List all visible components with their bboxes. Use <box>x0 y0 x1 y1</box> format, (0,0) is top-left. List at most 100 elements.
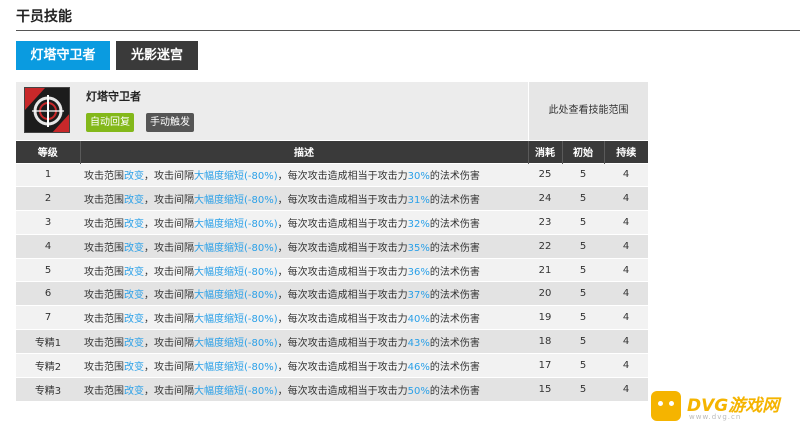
header-description: 描述 <box>80 141 529 163</box>
desc-text: ，攻击间隔 <box>144 337 194 349</box>
desc-highlight: 大幅度缩短(-80%) <box>194 290 278 302</box>
initial-cell: 5 <box>562 352 604 378</box>
duration-cell: 4 <box>604 305 648 330</box>
initial-cell: 5 <box>562 329 604 354</box>
desc-text: ，攻击间隔 <box>144 218 194 230</box>
duration-cell: 4 <box>604 186 648 211</box>
desc-text: ，每次攻击造成相当于攻击力 <box>277 314 408 326</box>
cost-cell: 21 <box>528 257 562 282</box>
lighthouse-skill-icon <box>24 87 70 133</box>
table-row: 专精1 攻击范围改变，攻击间隔大幅度缩短(-80%)，每次攻击造成相当于攻击力43… <box>16 329 648 354</box>
cost-cell: 25 <box>528 162 562 187</box>
table-row: 2 攻击范围改变，攻击间隔大幅度缩短(-80%)，每次攻击造成相当于攻击力31%的… <box>16 186 648 211</box>
desc-text: ，攻击间隔 <box>144 290 194 302</box>
desc-text: 的法术伤害 <box>429 290 480 302</box>
skill-panel: 灯塔守卫者 自动回复 手动触发 此处查看技能范围 等级 描述 消耗 初始 持续 … <box>16 82 648 402</box>
description-cell: 攻击范围改变，攻击间隔大幅度缩短(-80%)，每次攻击造成相当于攻击力31%的法… <box>80 186 528 211</box>
initial-cell: 5 <box>562 305 604 330</box>
desc-highlight: 改变 <box>124 171 144 183</box>
desc-percent: 37% <box>407 290 430 302</box>
desc-highlight: 大幅度缩短(-80%) <box>194 242 278 254</box>
desc-highlight: 大幅度缩短(-80%) <box>194 385 278 397</box>
initial-cell: 5 <box>562 186 604 211</box>
cost-cell: 19 <box>528 305 562 330</box>
header-initial: 初始 <box>562 141 605 163</box>
desc-text: ，每次攻击造成相当于攻击力 <box>277 171 408 183</box>
desc-text: ，每次攻击造成相当于攻击力 <box>277 266 408 278</box>
level-cell: 专精1 <box>16 329 80 354</box>
desc-highlight: 改变 <box>124 337 144 349</box>
initial-cell: 5 <box>562 281 604 306</box>
level-cell: 专精3 <box>16 376 80 401</box>
desc-text: ，每次攻击造成相当于攻击力 <box>277 385 408 397</box>
level-cell: 专精2 <box>16 352 80 378</box>
desc-text: 攻击范围 <box>84 171 124 183</box>
description-cell: 攻击范围改变，攻击间隔大幅度缩短(-80%)，每次攻击造成相当于攻击力37%的法… <box>80 281 528 306</box>
desc-text: 攻击范围 <box>84 195 124 207</box>
desc-highlight: 改变 <box>124 218 144 230</box>
table-header-row: 等级 描述 消耗 初始 持续 <box>16 141 648 163</box>
cost-cell: 23 <box>528 210 562 235</box>
duration-cell: 4 <box>604 376 648 401</box>
level-cell: 2 <box>16 186 80 211</box>
tab-skill-1[interactable]: 灯塔守卫者 <box>16 41 110 70</box>
duration-cell: 4 <box>604 162 648 187</box>
desc-text: 攻击范围 <box>84 314 124 326</box>
initial-cell: 5 <box>562 257 604 282</box>
desc-text: ，攻击间隔 <box>144 242 194 254</box>
desc-text: ，每次攻击造成相当于攻击力 <box>277 337 408 349</box>
desc-highlight: 改变 <box>124 290 144 302</box>
desc-percent: 46% <box>407 361 430 373</box>
skill-range-viewer[interactable]: 此处查看技能范围 <box>528 82 648 140</box>
level-cell: 3 <box>16 210 80 235</box>
desc-highlight: 改变 <box>124 314 144 326</box>
desc-highlight: 改变 <box>124 242 144 254</box>
desc-highlight: 大幅度缩短(-80%) <box>194 266 278 278</box>
desc-text: 的法术伤害 <box>429 385 480 397</box>
desc-text: ，每次攻击造成相当于攻击力 <box>277 242 408 254</box>
level-cell: 7 <box>16 305 80 330</box>
desc-text: 的法术伤害 <box>429 171 480 183</box>
initial-cell: 5 <box>562 376 604 401</box>
duration-cell: 4 <box>604 329 648 354</box>
initial-cell: 5 <box>562 233 604 259</box>
table-row: 1 攻击范围改变，攻击间隔大幅度缩短(-80%)，每次攻击造成相当于攻击力30%的… <box>16 162 648 187</box>
desc-text: 攻击范围 <box>84 218 124 230</box>
initial-cell: 5 <box>562 162 604 187</box>
cost-cell: 15 <box>528 376 562 401</box>
duration-cell: 4 <box>604 210 648 235</box>
desc-text: 的法术伤害 <box>429 242 480 254</box>
tab-skill-2[interactable]: 光影迷宫 <box>116 41 198 70</box>
duration-cell: 4 <box>604 352 648 378</box>
cost-cell: 17 <box>528 352 562 378</box>
desc-text: ，攻击间隔 <box>144 361 194 373</box>
desc-percent: 40% <box>407 314 430 326</box>
table-row: 5 攻击范围改变，攻击间隔大幅度缩短(-80%)，每次攻击造成相当于攻击力36%的… <box>16 257 648 282</box>
table-row: 专精2 攻击范围改变，攻击间隔大幅度缩短(-80%)，每次攻击造成相当于攻击力46… <box>16 352 648 378</box>
description-cell: 攻击范围改变，攻击间隔大幅度缩短(-80%)，每次攻击造成相当于攻击力32%的法… <box>80 210 528 235</box>
header-duration: 持续 <box>604 141 648 163</box>
duration-cell: 4 <box>604 257 648 282</box>
desc-text: 攻击范围 <box>84 290 124 302</box>
desc-percent: 32% <box>407 218 430 230</box>
table-row: 7 攻击范围改变，攻击间隔大幅度缩短(-80%)，每次攻击造成相当于攻击力40%的… <box>16 305 648 330</box>
header-cost: 消耗 <box>528 141 563 163</box>
cost-cell: 18 <box>528 329 562 354</box>
desc-text: ，攻击间隔 <box>144 314 194 326</box>
cost-cell: 22 <box>528 233 562 259</box>
desc-percent: 35% <box>407 242 430 254</box>
skill-level-table: 等级 描述 消耗 初始 持续 1 攻击范围改变，攻击间隔大幅度缩短(-80%)，每… <box>16 141 648 401</box>
desc-text: 攻击范围 <box>84 361 124 373</box>
level-cell: 1 <box>16 162 80 187</box>
duration-cell: 4 <box>604 233 648 259</box>
desc-text: 攻击范围 <box>84 242 124 254</box>
desc-text: ，攻击间隔 <box>144 171 194 183</box>
desc-text: 的法术伤害 <box>429 314 480 326</box>
desc-text: 的法术伤害 <box>429 361 480 373</box>
desc-text: ，每次攻击造成相当于攻击力 <box>277 290 408 302</box>
skill-header: 灯塔守卫者 自动回复 手动触发 此处查看技能范围 <box>16 82 648 140</box>
trigger-type-badge: 手动触发 <box>146 113 194 132</box>
desc-highlight: 大幅度缩短(-80%) <box>194 218 278 230</box>
desc-text: ，攻击间隔 <box>144 385 194 397</box>
desc-highlight: 大幅度缩短(-80%) <box>194 171 278 183</box>
